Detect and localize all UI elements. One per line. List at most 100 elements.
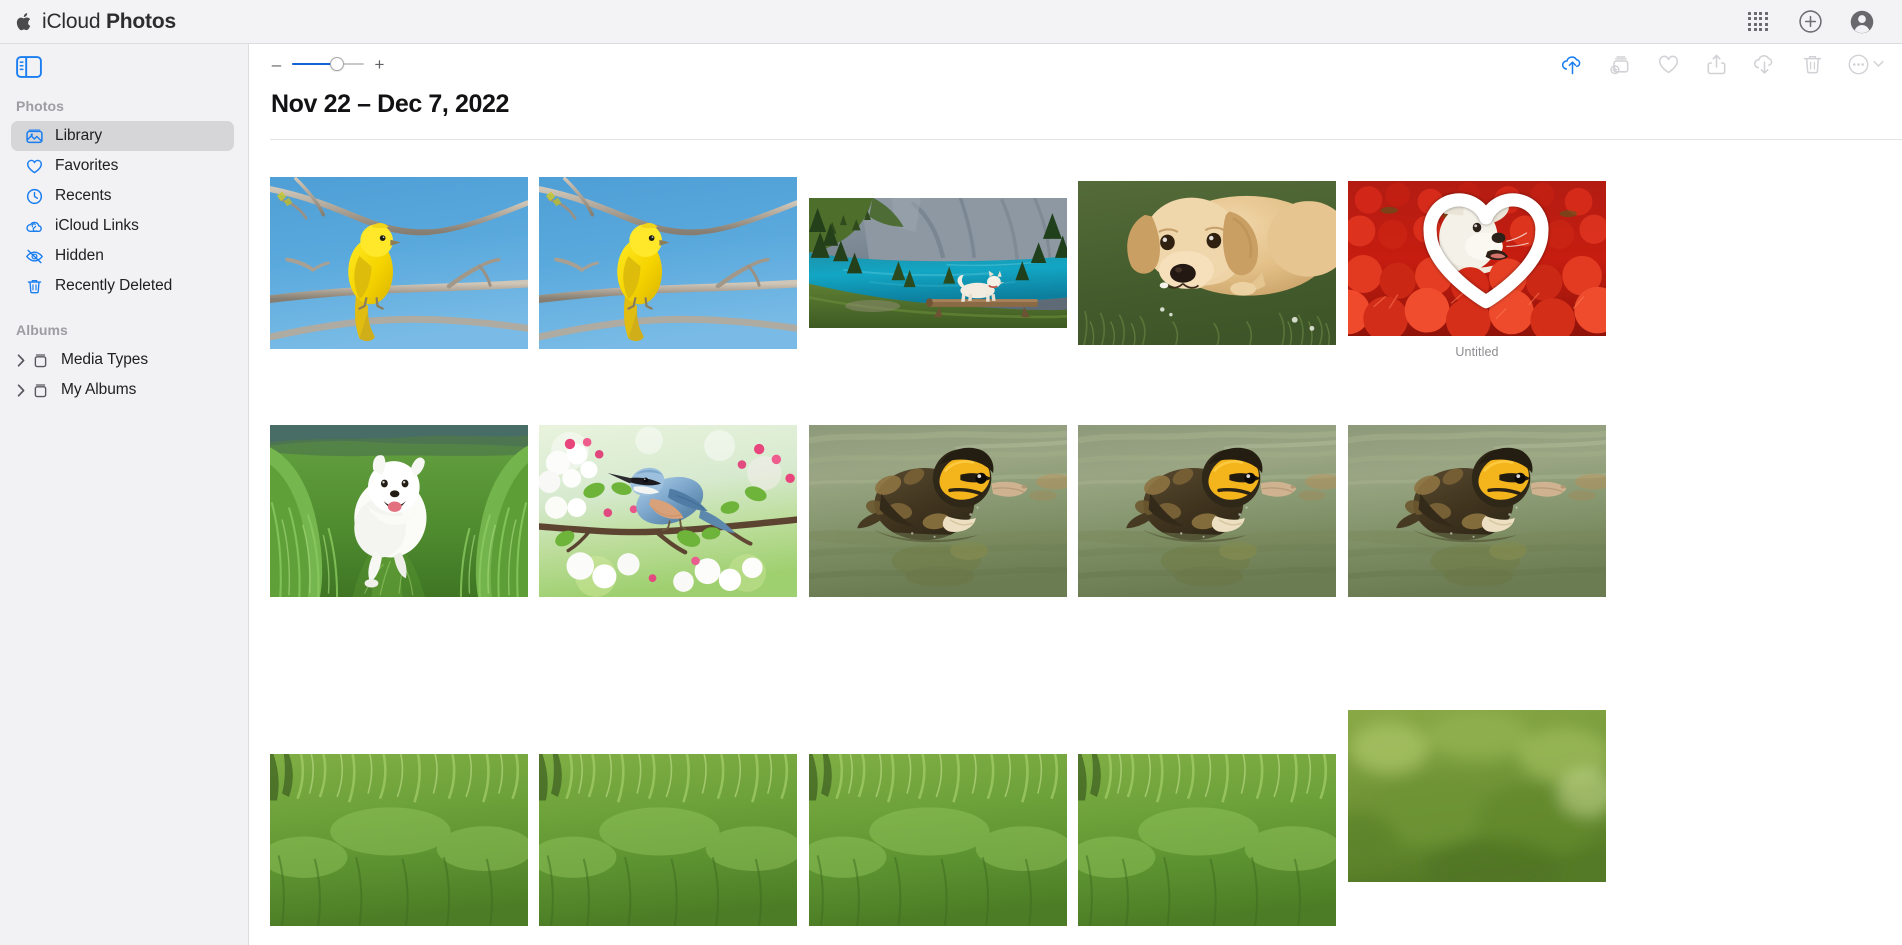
photo-grid-row — [270, 710, 1902, 945]
photo-yellow-bird-2-cell — [539, 177, 797, 349]
eye-slash-icon — [25, 247, 44, 266]
photo-duckling-1[interactable] — [809, 425, 1067, 597]
content-toolbar: – + — [250, 44, 1902, 84]
sidebar-item-favorites[interactable]: Favorites — [11, 151, 234, 181]
photo-white-dog-red-flowers[interactable] — [1348, 181, 1606, 336]
sidebar-item-recents[interactable]: Recents — [11, 181, 234, 211]
photo-samoyed-running[interactable] — [270, 425, 528, 597]
duckling-swimming-in-water-artwork — [1348, 425, 1606, 597]
photo-duckling-2[interactable] — [1078, 425, 1336, 597]
toolbar-actions — [1559, 51, 1896, 77]
cloud-upload-icon — [1561, 55, 1580, 74]
download-button[interactable] — [1751, 51, 1777, 77]
photo-nuthatch-blossom[interactable] — [539, 425, 797, 597]
photo-golden-retriever-puppy[interactable] — [1078, 181, 1336, 345]
cloud-download-icon — [1753, 54, 1772, 74]
app-header: iCloud Photos — [0, 0, 1902, 44]
app-title-icloud: iCloud — [42, 9, 101, 33]
green-grass-field-artwork — [539, 754, 797, 926]
photo-golden-retriever-puppy-cell — [1078, 181, 1336, 345]
blue-nuthatch-on-blossom-branch-artwork — [539, 425, 797, 597]
plus-circle-icon — [1798, 10, 1822, 33]
zoom-slider-thumb[interactable] — [329, 57, 344, 71]
sidebar-item-hidden-label: Hidden — [55, 247, 104, 264]
album-icon — [31, 381, 50, 400]
favorite-button[interactable] — [1655, 51, 1681, 77]
album-icon — [31, 351, 50, 370]
sidebar-item-recently-deleted-label: Recently Deleted — [55, 277, 173, 294]
trash-icon — [1803, 55, 1821, 73]
photo-duckling-1-cell — [809, 425, 1067, 597]
zoom-out-button[interactable]: – — [270, 56, 283, 73]
upload-to-icloud-button[interactable] — [1559, 51, 1585, 77]
photo-samoyed-running-cell — [270, 425, 528, 597]
heart-icon — [1658, 55, 1678, 73]
photo-nuthatch-blossom-cell — [539, 425, 797, 597]
share-icon — [1707, 54, 1725, 74]
photo-grass-3-cell — [809, 754, 1067, 926]
yellow-bird-on-branch-artwork — [270, 177, 528, 349]
photo-grass-3[interactable] — [809, 754, 1067, 926]
clock-icon — [25, 187, 44, 206]
dog-on-bench-alpine-lake-artwork — [809, 198, 1067, 328]
photo-grass-5-cell — [1348, 710, 1606, 882]
sidebar-item-recently-deleted[interactable]: Recently Deleted — [11, 271, 234, 301]
photo-yellow-bird-1[interactable] — [270, 177, 528, 349]
zoom-in-button[interactable]: + — [373, 56, 386, 73]
header-actions — [1744, 8, 1876, 36]
sidebar-toggle-row — [0, 44, 248, 90]
add-item-button[interactable] — [1796, 8, 1824, 36]
photo-dog-alpine-lake-cell — [809, 198, 1067, 328]
sidebar-item-media-types[interactable]: Media Types — [11, 345, 234, 375]
photo-grass-2[interactable] — [539, 754, 797, 926]
green-grass-field-blurred-artwork — [1348, 710, 1606, 882]
app-launcher-button[interactable] — [1744, 8, 1772, 36]
green-grass-field-artwork — [1078, 754, 1336, 926]
photo-caption: Untitled — [1455, 345, 1499, 359]
green-grass-field-artwork — [809, 754, 1067, 926]
sidebar-item-library-label: Library — [55, 127, 103, 144]
green-grass-field-artwork — [270, 754, 528, 926]
photo-yellow-bird-2[interactable] — [539, 177, 797, 349]
sidebar-item-hidden[interactable]: Hidden — [11, 241, 234, 271]
add-to-album-icon — [1609, 55, 1628, 74]
duckling-swimming-in-water-artwork — [809, 425, 1067, 597]
main-content: – + Nov 22 – Dec 7, 2022 Untitled — [250, 44, 1902, 945]
photo-grid-row: Untitled — [270, 140, 1902, 400]
photo-duckling-3-cell — [1348, 425, 1606, 597]
photo-grass-2-cell — [539, 754, 797, 926]
sidebar-item-my-albums[interactable]: My Albums — [11, 375, 234, 405]
white-samoyed-running-in-green-grass-artwork — [270, 425, 528, 597]
photo-grass-1[interactable] — [270, 754, 528, 926]
sidebar-item-icloud-links[interactable]: iCloud Links — [11, 211, 234, 241]
library-icon — [25, 127, 44, 146]
brand: iCloud Photos — [16, 10, 176, 34]
chevron-right-icon[interactable] — [11, 383, 31, 397]
sidebar-item-favorites-label: Favorites — [55, 157, 119, 174]
apple-logo-icon — [16, 12, 31, 30]
sidebar-item-my-albums-label: My Albums — [61, 381, 137, 398]
delete-button[interactable] — [1799, 51, 1825, 77]
sidebar-item-icloud-links-label: iCloud Links — [55, 217, 139, 234]
grid-icon — [1748, 11, 1768, 32]
photo-grass-4[interactable] — [1078, 754, 1336, 926]
photo-grass-5[interactable] — [1348, 710, 1606, 882]
share-button[interactable] — [1703, 51, 1729, 77]
account-button[interactable] — [1848, 8, 1876, 36]
zoom-slider[interactable] — [292, 56, 364, 72]
photo-grass-1-cell — [270, 754, 528, 926]
sidebar-item-media-types-label: Media Types — [61, 351, 149, 368]
chevron-right-icon[interactable] — [11, 353, 31, 367]
heart-icon — [25, 157, 44, 176]
photo-white-dog-red-flowers-cell: Untitled — [1348, 181, 1606, 359]
photo-duckling-3[interactable] — [1348, 425, 1606, 597]
account-avatar-icon — [1850, 10, 1874, 33]
photo-dog-alpine-lake[interactable] — [809, 198, 1067, 328]
photo-grid-row — [270, 425, 1902, 685]
add-to-album-button[interactable] — [1607, 51, 1633, 77]
golden-retriever-puppy-in-grass-artwork — [1078, 181, 1336, 345]
more-options-button[interactable] — [1847, 53, 1884, 76]
sidebar-toggle-button[interactable] — [16, 56, 42, 78]
sidebar-section-albums-label: Albums — [16, 322, 68, 338]
sidebar-item-library[interactable]: Library — [11, 121, 234, 151]
